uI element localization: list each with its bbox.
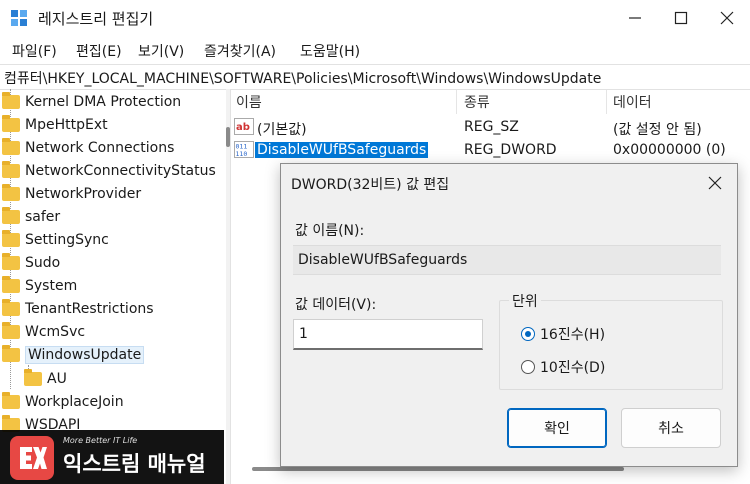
value-type: REG_DWORD xyxy=(464,142,557,158)
close-icon xyxy=(720,11,734,25)
open-folder-icon xyxy=(2,345,20,362)
string-value-icon: ab xyxy=(234,118,254,135)
tree-item-setting-sync[interactable]: SettingSync xyxy=(2,229,109,251)
minimize-button[interactable] xyxy=(612,0,658,36)
key-tree: Kernel DMA Protection MpeHttpExt Network… xyxy=(0,89,226,484)
folder-icon xyxy=(2,276,20,293)
tree-item-safer[interactable]: safer xyxy=(2,206,60,228)
value-type: REG_SZ xyxy=(464,119,519,135)
tree-item-kernel-dma-protection[interactable]: Kernel DMA Protection xyxy=(2,91,181,113)
tree-item-windowsupdate[interactable]: WindowsUpdate xyxy=(2,344,145,366)
svg-text:110: 110 xyxy=(236,150,248,158)
value-name-label: 값 이름(N): xyxy=(295,223,365,239)
address-path: 컴퓨터\HKEY_LOCAL_MACHINE\SOFTWARE\Policies… xyxy=(4,71,602,87)
folder-icon xyxy=(2,253,20,270)
hex-radio-label: 16진수(H) xyxy=(540,327,606,343)
window-title: 레지스트리 편집기 xyxy=(38,10,154,28)
column-type[interactable]: 종류 xyxy=(464,92,490,112)
radio-checked-icon xyxy=(521,327,535,341)
tree-item-mpehttpext[interactable]: MpeHttpExt xyxy=(2,114,108,136)
binary-value-icon: 011 110 xyxy=(234,141,254,158)
tree-item-network-connectivity-status[interactable]: NetworkConnectivityStatus xyxy=(2,160,216,182)
dec-radio[interactable]: 10진수(D) xyxy=(521,357,605,377)
column-separator[interactable] xyxy=(456,90,457,114)
cancel-button[interactable]: 취소 xyxy=(621,408,721,448)
menu-view[interactable]: 보기(V) xyxy=(138,41,184,61)
ex-logo-icon xyxy=(10,436,54,480)
folder-icon xyxy=(2,207,20,224)
edit-dword-dialog: DWORD(32비트) 값 편집 값 이름(N): DisableWUfBSaf… xyxy=(280,163,738,467)
menu-help[interactable]: 도움말(H) xyxy=(300,41,360,61)
dialog-title: DWORD(32비트) 값 편집 xyxy=(291,177,450,193)
ok-button[interactable]: 확인 xyxy=(507,408,607,448)
folder-icon xyxy=(2,184,20,201)
value-name: DisableWUfBSafeguards xyxy=(255,142,429,158)
column-separator[interactable] xyxy=(606,90,607,114)
dec-radio-label: 10진수(D) xyxy=(540,360,606,376)
tree-item-sudo[interactable]: Sudo xyxy=(2,252,60,274)
tree-item-network-connections[interactable]: Network Connections xyxy=(2,137,174,159)
watermark-name: 익스트림 매뉴얼 xyxy=(63,452,206,476)
watermark: More Better IT Life 익스트림 매뉴얼 xyxy=(0,430,224,484)
folder-icon xyxy=(2,322,20,339)
tree-item-tenant-restrictions[interactable]: TenantRestrictions xyxy=(2,298,154,320)
value-name: (기본값) xyxy=(257,122,307,138)
value-name-field: DisableWUfBSafeguards xyxy=(293,245,721,275)
menu-file[interactable]: 파일(F) xyxy=(12,41,57,61)
value-data-input[interactable] xyxy=(293,319,483,350)
folder-icon xyxy=(2,161,20,178)
svg-text:ab: ab xyxy=(236,122,250,133)
tree-item-au[interactable]: AU xyxy=(24,368,67,390)
minimize-icon xyxy=(629,17,641,19)
folder-icon xyxy=(2,230,20,247)
value-data: (값 설정 안 됨) xyxy=(613,122,702,138)
registry-editor-icon xyxy=(11,10,27,26)
folder-icon xyxy=(2,392,20,409)
close-button[interactable] xyxy=(704,0,750,36)
pane-splitter[interactable] xyxy=(230,89,231,484)
menu-bar: 파일(F) 편집(E) 보기(V) 즐겨찾기(A) 도움말(H) xyxy=(0,38,750,64)
value-name-text: DisableWUfBSafeguards xyxy=(298,252,468,268)
tree-item-system[interactable]: System xyxy=(2,275,77,297)
close-icon xyxy=(708,176,722,190)
column-data[interactable]: 데이터 xyxy=(613,92,652,112)
maximize-icon xyxy=(674,11,688,25)
watermark-tagline: More Better IT Life xyxy=(63,436,138,445)
value-data-label: 값 데이터(V): xyxy=(295,297,377,313)
address-bar[interactable]: 컴퓨터\HKEY_LOCAL_MACHINE\SOFTWARE\Policies… xyxy=(0,64,750,90)
radio-unchecked-icon xyxy=(521,360,535,374)
title-bar: 레지스트리 편집기 xyxy=(0,0,750,36)
folder-icon xyxy=(2,115,20,132)
base-group-label: 단위 xyxy=(509,291,541,311)
column-name[interactable]: 이름 xyxy=(236,92,262,112)
menu-edit[interactable]: 편집(E) xyxy=(76,41,122,61)
tree-item-workplace-join[interactable]: WorkplaceJoin xyxy=(2,391,124,413)
folder-icon xyxy=(2,299,20,316)
hex-radio[interactable]: 16진수(H) xyxy=(521,324,605,344)
tree-item-wcmsvc[interactable]: WcmSvc xyxy=(2,321,85,343)
folder-icon xyxy=(24,369,42,386)
list-horizontal-scrollbar[interactable] xyxy=(252,467,624,471)
dialog-close-button[interactable] xyxy=(701,169,729,197)
maximize-button[interactable] xyxy=(658,0,704,36)
menu-favorites[interactable]: 즐겨찾기(A) xyxy=(204,41,276,61)
value-data: 0x00000000 (0) xyxy=(613,142,726,158)
folder-icon xyxy=(2,138,20,155)
tree-item-network-provider[interactable]: NetworkProvider xyxy=(2,183,141,205)
folder-icon xyxy=(2,92,20,109)
